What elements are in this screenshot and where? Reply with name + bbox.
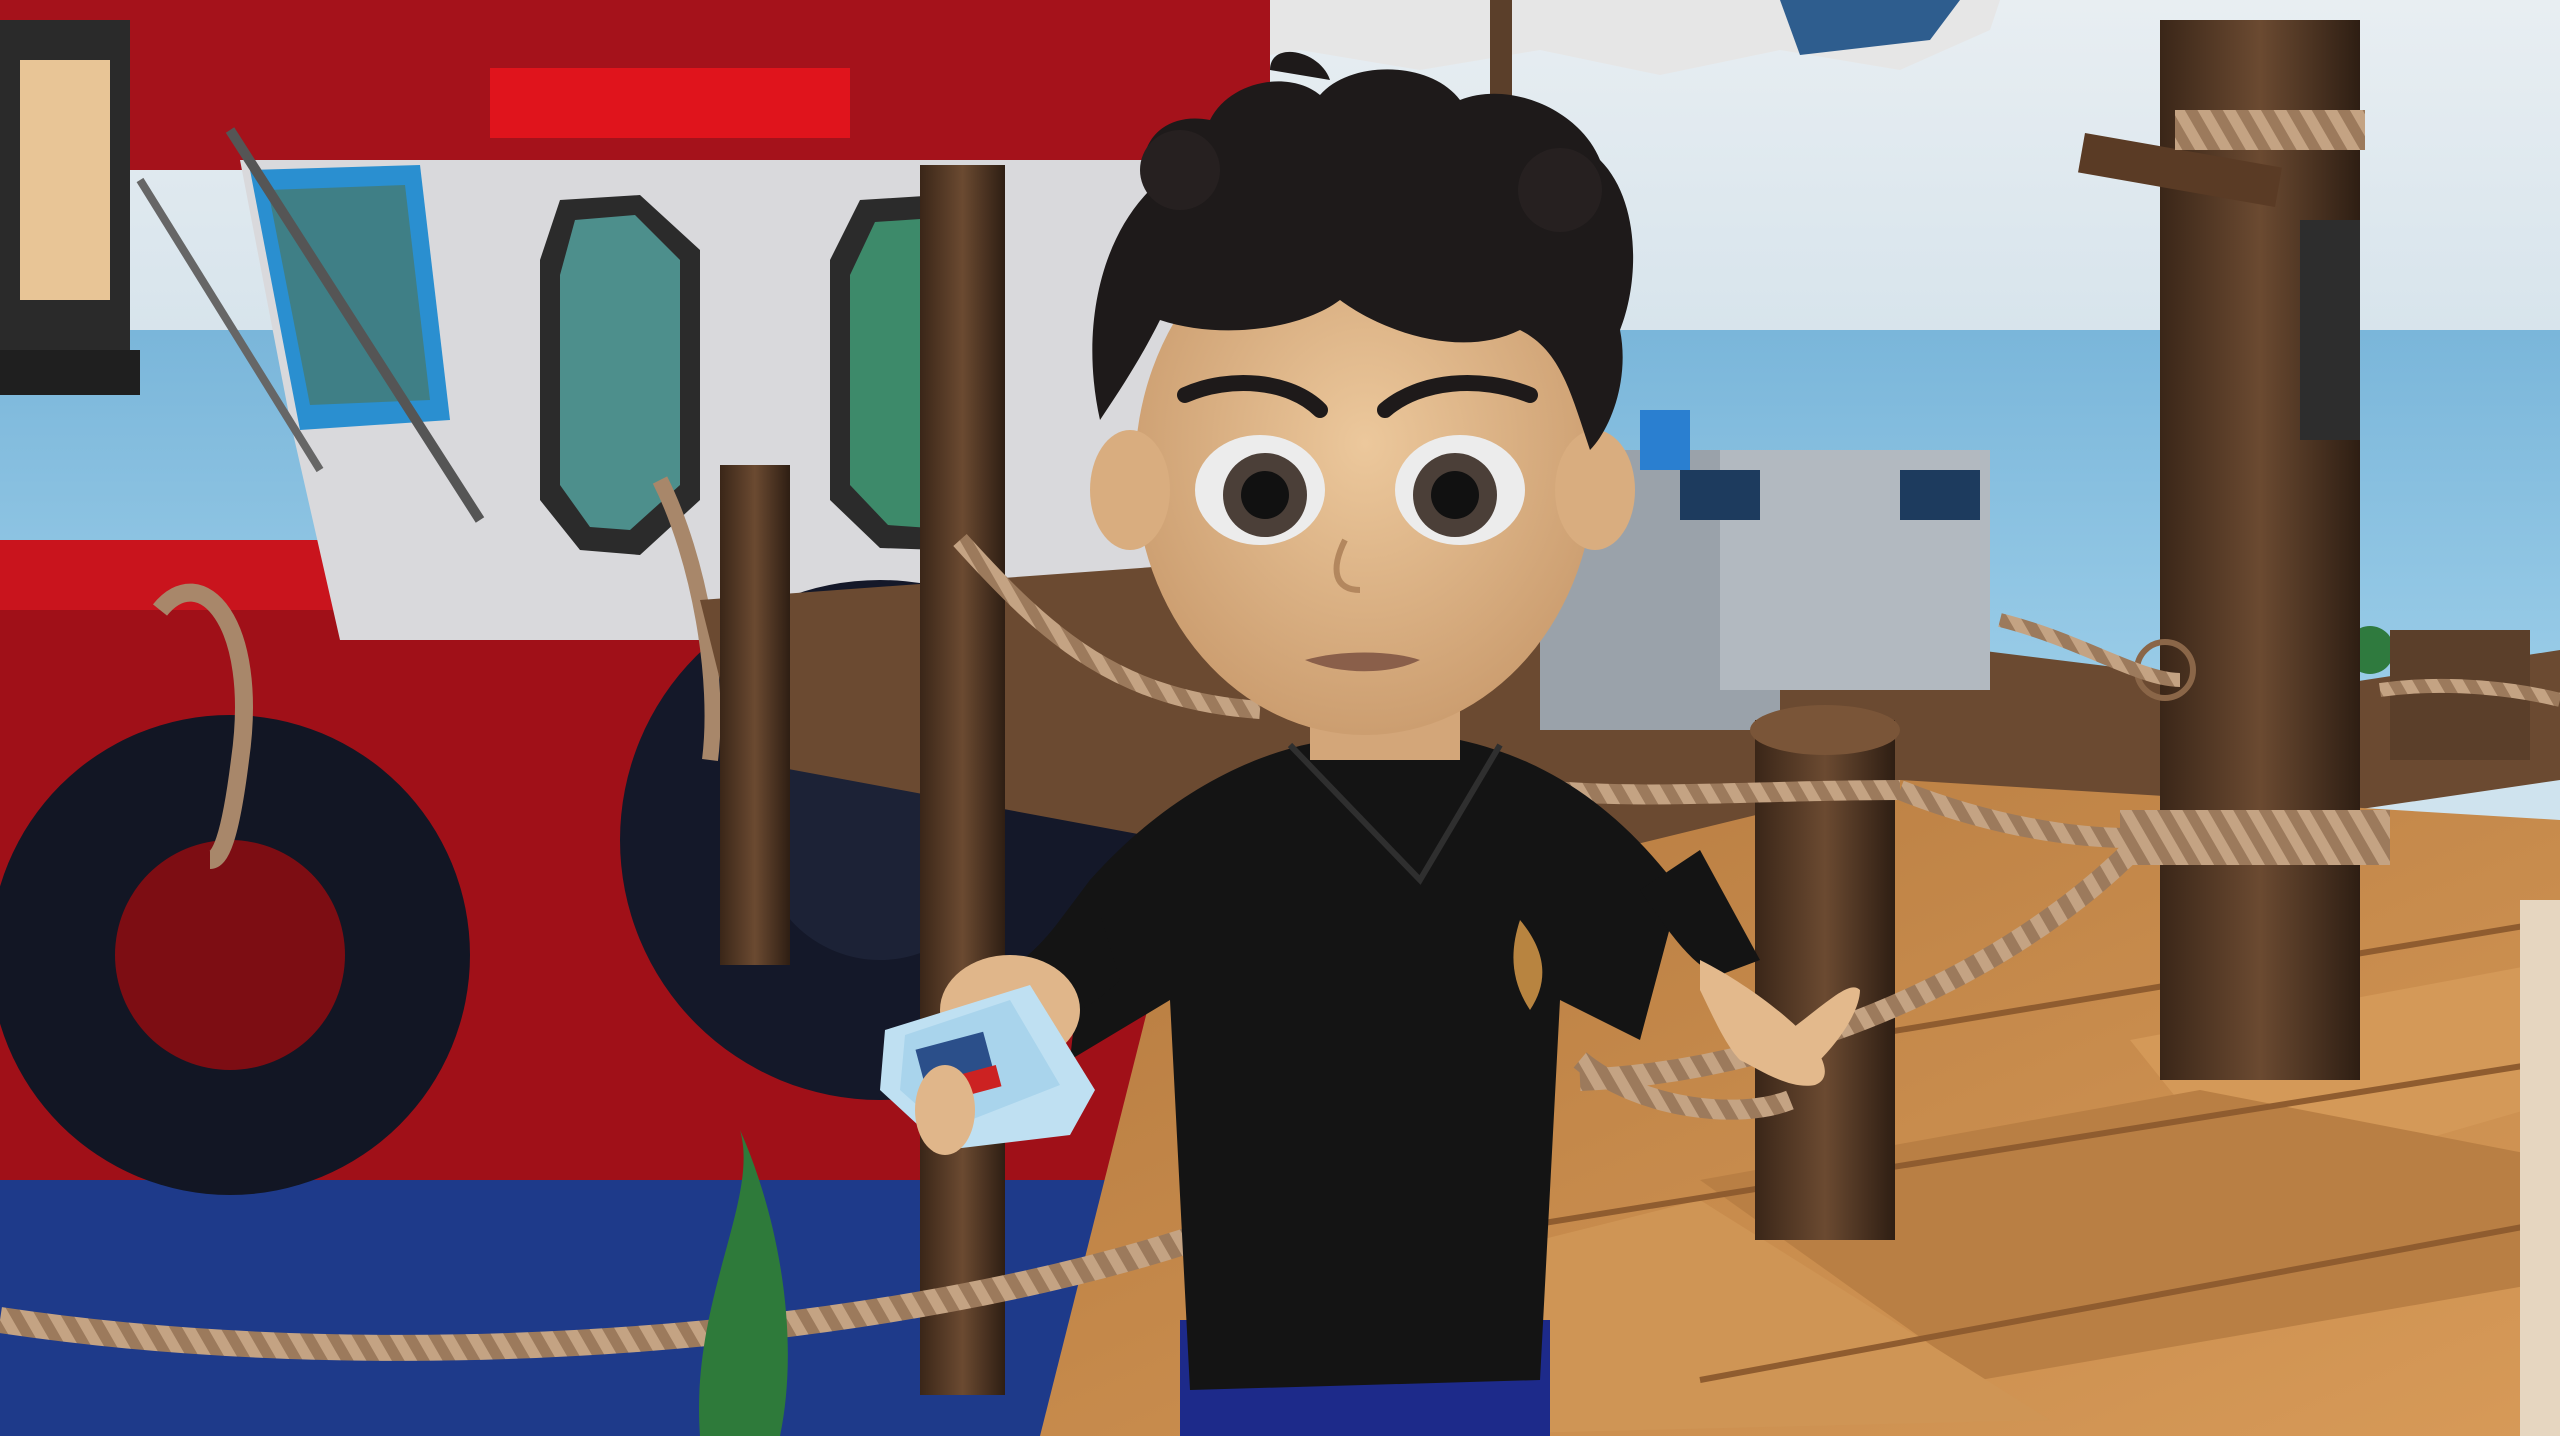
post-back-left [920,165,1005,1395]
dock-scene [0,0,2560,1436]
game-viewport[interactable] [0,0,2560,1436]
